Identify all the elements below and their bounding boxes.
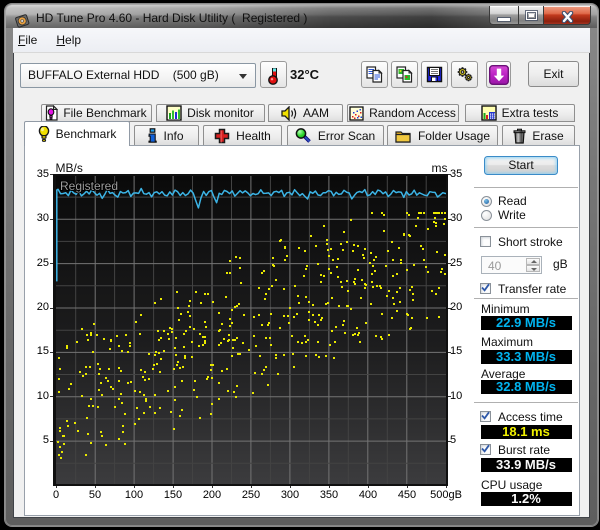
- svg-text:Registered: Registered: [60, 179, 118, 193]
